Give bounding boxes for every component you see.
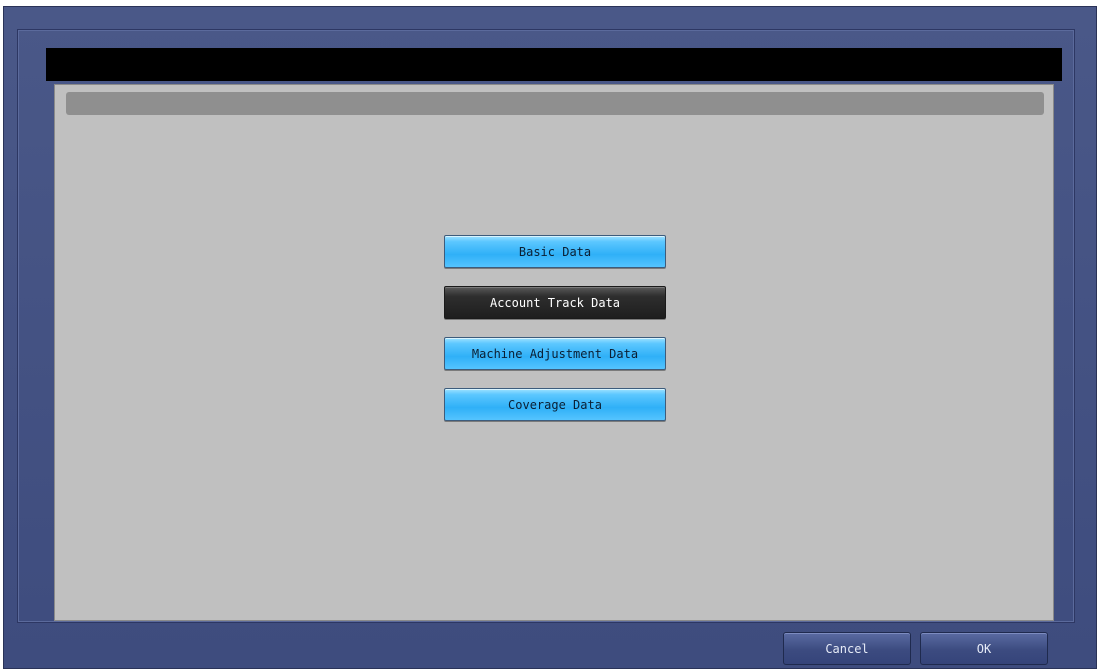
machine-adjustment-data-button[interactable]: Machine Adjustment Data: [444, 337, 666, 370]
cancel-button[interactable]: Cancel: [783, 632, 911, 665]
title-bar: [46, 48, 1062, 81]
content-panel: Basic Data Account Track Data Machine Ad…: [54, 84, 1054, 621]
coverage-data-button[interactable]: Coverage Data: [444, 388, 666, 421]
basic-data-button[interactable]: Basic Data: [444, 235, 666, 268]
ok-button[interactable]: OK: [920, 632, 1048, 665]
account-track-data-button[interactable]: Account Track Data: [444, 286, 666, 319]
header-strip: [66, 92, 1044, 115]
